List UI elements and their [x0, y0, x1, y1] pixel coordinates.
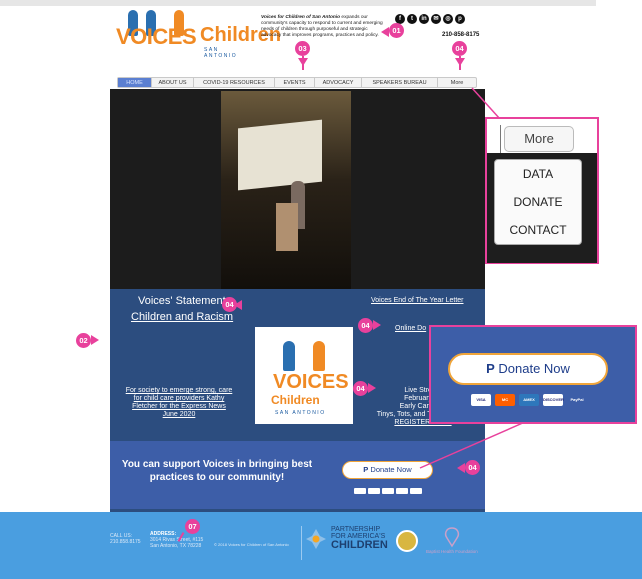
donate-now-button[interactable]: P Donate Now: [342, 461, 433, 479]
pfac-logo-icon: [306, 529, 326, 549]
baptist-foundation-logo[interactable]: Baptist Health Foundation: [426, 549, 478, 554]
footer-phone[interactable]: 210.858.8175: [110, 539, 141, 545]
visa-icon: [354, 488, 366, 494]
callout-arrow-shaft: [459, 56, 461, 70]
callout-03: 03: [295, 41, 310, 56]
page: VOICES Children SAN ANTONIO Voices for C…: [0, 0, 642, 579]
nav-more[interactable]: More: [438, 78, 476, 87]
menu-item-data[interactable]: DATA: [495, 160, 581, 188]
presentation-screen: [238, 119, 322, 191]
zoom-donate-button[interactable]: P Donate Now: [448, 353, 608, 385]
linkedin-icon[interactable]: in: [419, 14, 429, 24]
nav-events[interactable]: EVENTS: [275, 78, 315, 87]
nav-covid-resources[interactable]: COVID-19 RESOURCES: [194, 78, 275, 87]
menu-item-donate[interactable]: DONATE: [495, 188, 581, 216]
center-logo-voices: VOICES: [273, 371, 349, 393]
footer-divider: [301, 526, 302, 560]
center-logo-subtitle: SAN ANTONIO: [275, 410, 326, 416]
callout-04-online: 04: [358, 318, 373, 333]
year-end-letter-link[interactable]: Voices End of The Year Letter: [371, 297, 464, 304]
footer-copyright: © 2018 Voices for Children of San Antoni…: [214, 542, 289, 547]
amex-icon: AMEX: [519, 394, 539, 406]
hero-photo: [221, 91, 351, 289]
callout-02: 02: [76, 333, 91, 348]
header-org-name: Voices for Children of San Antonio: [261, 15, 341, 20]
top-bar: [0, 0, 596, 6]
logo-figure-icon: [283, 341, 295, 371]
menu-item-contact[interactable]: CONTACT: [495, 216, 581, 244]
callout-arrow: [91, 335, 99, 345]
mastercard-icon: MC: [495, 394, 515, 406]
callout-07: 07: [185, 519, 200, 534]
header-phone: 210-858-8175: [442, 32, 480, 38]
online-donation-link[interactable]: Online Do: [395, 325, 426, 332]
baptist-foundation-icon: [444, 527, 460, 548]
podium: [276, 203, 298, 251]
logo-figure-icon: [313, 341, 325, 371]
callout-arrow: [457, 463, 465, 473]
callout-arrow: [381, 27, 389, 37]
callout-04-donate: 04: [465, 460, 480, 475]
express-news-article-link[interactable]: For society to emerge strong, care for c…: [124, 387, 234, 419]
callout-04-more: 04: [452, 41, 467, 56]
nav-advocacy[interactable]: ADVOCACY: [315, 78, 362, 87]
nav-home[interactable]: HOME: [118, 78, 152, 87]
callout-arrow: [368, 383, 376, 393]
nav-about-us[interactable]: ABOUT US: [152, 78, 194, 87]
logo-subtitle: SAN ANTONIO: [204, 47, 238, 59]
logo-voices-text: VOICES: [116, 24, 197, 49]
callout-04-statement: 04: [222, 297, 237, 312]
paypal-icon: P: [363, 465, 369, 474]
statement-title: Voices' Statement: [138, 295, 226, 307]
social-links: f t in ✉ ◎ p: [395, 14, 465, 24]
center-logo-children: Children: [271, 393, 320, 407]
statement-link[interactable]: Children and Racism: [131, 311, 233, 323]
instagram-icon[interactable]: ◎: [443, 14, 453, 24]
more-dropdown-menu: DATA DONATE CONTACT: [494, 159, 582, 245]
amex-icon: [382, 488, 394, 494]
nav-speakers-bureau[interactable]: SPEAKERS BUREAU: [362, 78, 438, 87]
email-icon[interactable]: ✉: [431, 14, 441, 24]
visa-icon: VISA: [471, 394, 491, 406]
callout-arrow: [373, 320, 381, 330]
discover-icon: DISCOVER: [543, 394, 564, 406]
center-logo: VOICES Children SAN ANTONIO: [255, 327, 353, 424]
discover-icon: [396, 488, 408, 494]
callout-04-livestream: 04: [353, 381, 368, 396]
guidestar-seal-icon[interactable]: [396, 530, 418, 552]
paypal-card-icon: PayPal: [570, 397, 584, 402]
zoom-donate-panel: P Donate Now VISA MC AMEX DISCOVER PayPa…: [429, 325, 637, 424]
header-description: Voices for Children of San Antonio expan…: [261, 15, 389, 39]
pinterest-icon[interactable]: p: [455, 14, 465, 24]
main-nav: HOME ABOUT US COVID-19 RESOURCES EVENTS …: [117, 77, 477, 88]
callout-arrow-shaft: [302, 56, 304, 70]
zoom-more-panel: More DATA DONATE CONTACT: [485, 117, 599, 264]
payment-cards: [354, 488, 422, 494]
zoom-payment-cards: VISA MC AMEX DISCOVER PayPal: [471, 394, 587, 406]
zoom-nav-divider: [500, 125, 501, 153]
zoom-more-tab[interactable]: More: [504, 126, 574, 152]
paypal-icon: P: [486, 361, 495, 376]
twitter-icon[interactable]: t: [407, 14, 417, 24]
mastercard-icon: [368, 488, 380, 494]
support-text: You can support Voices in bringing best …: [121, 459, 313, 483]
pfac-logo[interactable]: PARTNERSHIP FOR AMERICA'S CHILDREN: [331, 526, 388, 551]
callout-01: 01: [389, 23, 404, 38]
paypal-card-icon: [410, 488, 422, 494]
footer-call: CALL US: 210.858.8175: [110, 533, 141, 545]
site-logo[interactable]: VOICES Children SAN ANTONIO: [116, 10, 281, 59]
